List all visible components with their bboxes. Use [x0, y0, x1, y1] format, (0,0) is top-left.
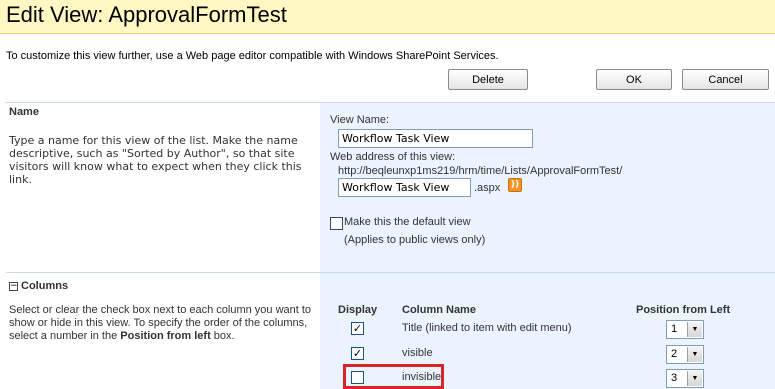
red-highlight-box	[343, 364, 444, 389]
delete-button[interactable]: Delete	[448, 69, 528, 90]
columns-section-title[interactable]: Columns	[21, 280, 68, 292]
default-view-note: (Applies to public views only)	[344, 234, 486, 246]
web-address-url: http://beqleunxp1ms219/hrm/time/Lists/Ap…	[338, 165, 623, 177]
display-checkbox[interactable]: ✓	[351, 347, 364, 360]
position-from-left-header: Position from Left	[636, 304, 731, 316]
view-name-label: View Name:	[330, 114, 390, 126]
page-title: Edit View: ApprovalFormTest	[6, 2, 287, 27]
dropdown-arrow-icon: ▼	[687, 322, 702, 337]
default-view-label: Make this the default view	[344, 216, 471, 228]
title-bar: Edit View: ApprovalFormTest	[0, 0, 775, 34]
position-select[interactable]: 2 ▼	[666, 345, 704, 364]
column-name: Title (linked to item with edit menu)	[402, 322, 572, 334]
position-select[interactable]: 1 ▼	[666, 320, 704, 339]
column-name: visible	[402, 347, 433, 359]
position-select[interactable]: 3 ▼	[666, 369, 704, 388]
columns-section-description: Select or clear the check box next to ea…	[9, 304, 312, 342]
ok-button[interactable]: OK	[596, 69, 672, 90]
dropdown-arrow-icon: ▼	[687, 371, 702, 386]
view-name-input[interactable]: Workflow Task View	[338, 129, 533, 148]
position-value: 3	[671, 372, 678, 384]
dropdown-arrow-icon: ▼	[687, 347, 702, 362]
default-view-checkbox[interactable]	[330, 217, 343, 230]
aspx-extension: .aspx	[474, 182, 501, 194]
rss-feed-icon[interactable]: ))	[508, 178, 522, 192]
position-value: 1	[671, 323, 678, 335]
column-name-header: Column Name	[402, 304, 476, 316]
position-value: 2	[671, 348, 678, 360]
cancel-button[interactable]: Cancel	[682, 69, 769, 90]
name-section-description: Type a name for this view of the list. M…	[9, 134, 302, 186]
display-column-header: Display	[338, 304, 378, 316]
collapse-minus-icon[interactable]: −	[9, 282, 18, 291]
intro-text: To customize this view further, use a We…	[6, 50, 499, 62]
display-checkbox[interactable]: ✓	[351, 322, 364, 335]
web-address-label: Web address of this view:	[330, 151, 456, 163]
web-address-input[interactable]: Workflow Task View	[338, 178, 471, 197]
name-section-title: Name	[9, 106, 39, 118]
